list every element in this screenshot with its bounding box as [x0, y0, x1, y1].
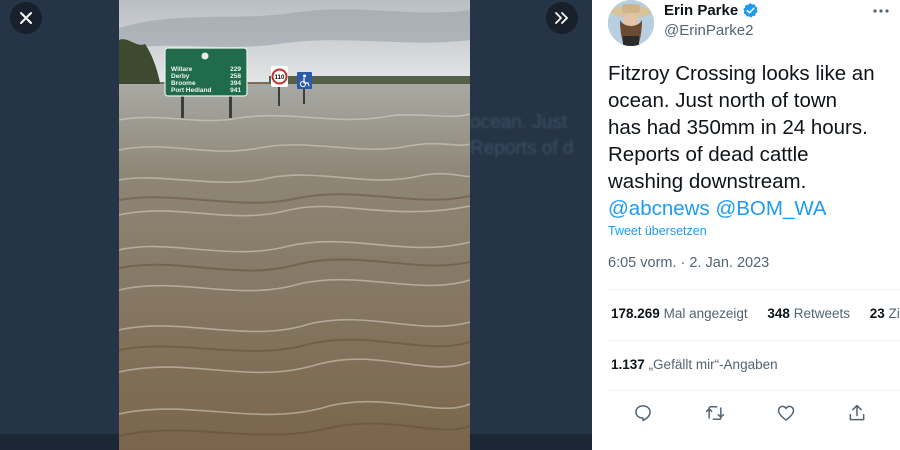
- heart-icon: [777, 405, 795, 421]
- retweets-count: 348: [767, 306, 790, 321]
- like-button[interactable]: [771, 398, 801, 428]
- divider: [608, 340, 900, 341]
- tweet-text-line: ocean. Just north of town: [608, 89, 838, 112]
- likes-stat[interactable]: 1.137 „Gefällt mir“-Angaben: [611, 357, 778, 372]
- mention-link[interactable]: @abcnews: [608, 197, 710, 220]
- background-text-line: ocean. Just: [470, 112, 568, 133]
- media-viewer: ocean. Just Reports of d Willare Derby B…: [0, 0, 592, 450]
- avatar[interactable]: [608, 0, 654, 46]
- share-icon: [849, 404, 865, 421]
- quotes-count: 23: [869, 306, 885, 321]
- sign-distance: 258: [230, 73, 241, 80]
- author-name[interactable]: Erin Parke: [664, 2, 738, 19]
- action-bar: [608, 398, 900, 428]
- retweets-label: Retweets: [793, 306, 850, 321]
- sign-town: Port Hedland: [171, 87, 211, 94]
- translate-link[interactable]: Tweet übersetzen: [608, 224, 707, 238]
- likes-count: 1.137: [611, 357, 645, 372]
- video-player[interactable]: Willare Derby Broome Port Hedland 229 25…: [119, 0, 470, 450]
- retweet-icon: [705, 406, 725, 420]
- more-icon: [873, 9, 889, 13]
- sign-distance: 229: [230, 66, 241, 73]
- sign-town: Broome: [171, 80, 196, 87]
- divider: [608, 289, 900, 290]
- quotes-label: Zi: [888, 306, 900, 321]
- reply-button[interactable]: [628, 398, 658, 428]
- background-text-line: Reports of d: [470, 138, 574, 159]
- quotes-stat[interactable]: 23 Zi: [870, 306, 900, 321]
- tweet-timestamp[interactable]: 6:05 vorm. · 2. Jan. 2023: [608, 255, 769, 271]
- collapse-panel-button[interactable]: [546, 2, 578, 34]
- tweet-text-line: Reports of dead cattle: [608, 143, 809, 166]
- views-label: Mal angezeigt: [663, 306, 748, 321]
- sign-town: Derby: [171, 73, 190, 80]
- sign-distance: 941: [230, 87, 241, 94]
- chevron-double-right-icon: [555, 12, 568, 24]
- sign-distance: 394: [230, 80, 241, 87]
- tweet-text-line: washing downstream.: [608, 170, 807, 193]
- close-button[interactable]: [10, 2, 42, 34]
- tweet-text-line: has had 350mm in 24 hours.: [608, 116, 868, 139]
- retweets-stat[interactable]: 348 Retweets: [767, 306, 850, 321]
- divider: [608, 390, 900, 391]
- speed-limit-value: 110: [275, 75, 285, 81]
- share-button[interactable]: [842, 398, 872, 428]
- sign-town: Willare: [171, 66, 193, 73]
- flood-video-frame: Willare Derby Broome Port Hedland 229 25…: [119, 0, 470, 450]
- tweet-text-line: Fitzroy Crossing looks like an: [608, 62, 875, 85]
- close-icon: [20, 12, 32, 24]
- tweet-text: Fitzroy Crossing looks like an ocean. Ju…: [608, 60, 898, 222]
- more-button[interactable]: [872, 2, 890, 25]
- author-handle[interactable]: @ErinParke2: [664, 22, 753, 39]
- mention-link[interactable]: @BOM_WA: [715, 197, 826, 220]
- flood-water: [119, 84, 470, 450]
- views-count: 178.269: [611, 306, 660, 321]
- profile-photo: [608, 0, 654, 46]
- blurred-background-text: ocean. Just Reports of d: [470, 110, 574, 162]
- retweet-button[interactable]: [700, 398, 730, 428]
- mentions-line: @abcnews @BOM_WA: [608, 195, 898, 222]
- views-stat[interactable]: 178.269 Mal angezeigt: [611, 306, 748, 321]
- verified-badge-icon: [743, 3, 758, 18]
- likes-label: „Gefällt mir“-Angaben: [648, 357, 778, 372]
- tweet-stats: 178.269 Mal angezeigt 348 Retweets 23 Zi: [611, 306, 900, 321]
- author-row: Erin Parke: [664, 2, 759, 19]
- reply-icon: [635, 405, 651, 422]
